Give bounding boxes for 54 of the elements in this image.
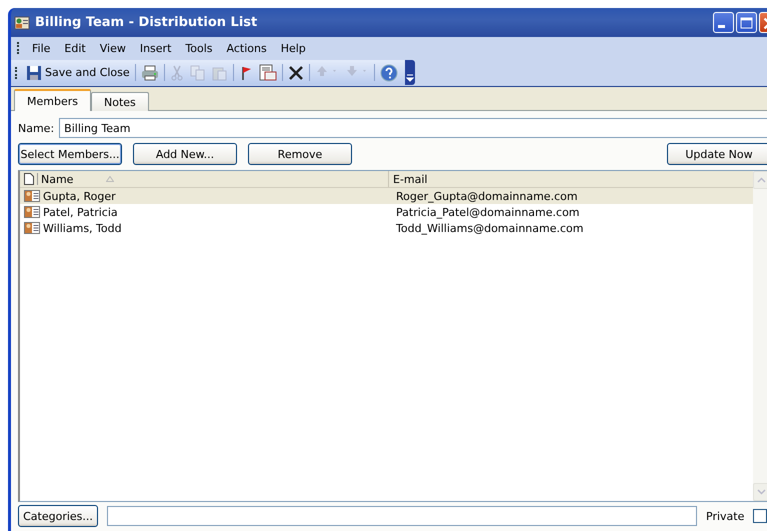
menu-item[interactable]: Tools: [178, 42, 220, 54]
paste-icon: [212, 64, 228, 80]
table-cell: Patricia_Patel@domainname.com: [396, 206, 580, 218]
contact-card-icon: [24, 190, 40, 202]
menu-item[interactable]: Actions: [220, 42, 274, 54]
categories-field[interactable]: [107, 506, 697, 526]
table-cell: Todd_Williams@domainname.com: [396, 222, 584, 234]
tab[interactable]: Notes: [90, 92, 149, 111]
menu-item[interactable]: File: [25, 42, 58, 54]
printer-icon: [140, 64, 159, 80]
grip-icon: [15, 66, 19, 78]
action-button[interactable]: Select Members...: [18, 143, 122, 165]
column-title: Name: [41, 172, 74, 186]
minimize-button[interactable]: [713, 12, 734, 33]
minimize-icon: [718, 25, 725, 28]
private-label: Private: [706, 510, 744, 522]
menu-item[interactable]: View: [92, 42, 133, 54]
column-header[interactable]: Name: [20, 171, 388, 187]
copy-icon: [190, 64, 206, 80]
document-icon: [24, 173, 34, 185]
toolbar-options-icon[interactable]: [404, 60, 415, 85]
sort-ascending-icon: [106, 176, 114, 182]
member-row[interactable]: Williams, Todd Todd_Williams@domainname.com: [20, 220, 753, 236]
contact-group-icon: [14, 16, 30, 30]
table-cell: Gupta, Roger: [43, 190, 116, 202]
up-arrow-icon: [314, 64, 339, 78]
action-button[interactable]: Add New...: [133, 143, 237, 165]
member-row[interactable]: Patel, Patricia Patricia_Patel@domainname.com: [20, 204, 753, 220]
categories-button[interactable]: Categories...: [18, 505, 98, 527]
tab[interactable]: Members: [14, 89, 91, 111]
member-row[interactable]: Gupta, Roger Roger_Gupta@domainname.com: [20, 188, 753, 204]
contact-card-icon: [24, 222, 40, 234]
grip-icon: [17, 42, 21, 54]
table-cell: Patel, Patricia: [43, 206, 118, 218]
table-cell: Roger_Gupta@domainname.com: [396, 190, 578, 202]
private-checkbox[interactable]: [753, 509, 767, 523]
documents-icon: [258, 64, 277, 82]
down-arrow-icon: [344, 64, 369, 78]
toolbar-button[interactable]: Save and Close: [23, 62, 133, 84]
contact-card-icon: [24, 206, 40, 218]
action-button[interactable]: Remove: [248, 143, 352, 165]
name-field[interactable]: Billing Team: [59, 118, 767, 138]
update-now-button[interactable]: Update Now: [667, 143, 767, 165]
scissors-icon: [170, 64, 184, 80]
table-cell: Williams, Todd: [43, 222, 122, 234]
menu-item[interactable]: Edit: [57, 42, 93, 54]
window-title: Billing Team - Distribution List: [35, 15, 258, 30]
menu-item[interactable]: Insert: [132, 42, 178, 54]
save-icon: [26, 64, 42, 80]
help-icon: [380, 64, 398, 82]
name-label: Name:: [18, 122, 54, 134]
menu-item[interactable]: Help: [274, 42, 313, 54]
delete-icon: [288, 64, 304, 80]
maximize-button[interactable]: [736, 12, 757, 33]
